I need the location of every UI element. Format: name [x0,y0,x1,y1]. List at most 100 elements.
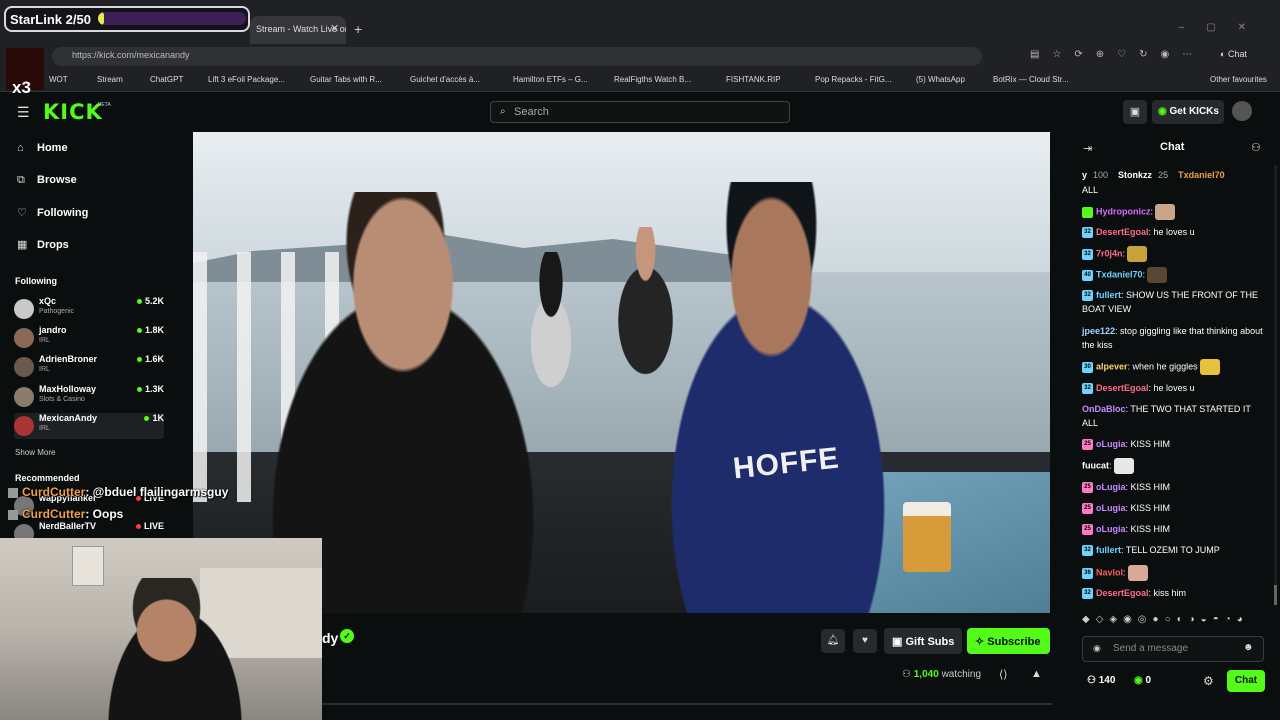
get-kicks-label: Get KICKs [1169,106,1219,117]
share-icon[interactable]: ⟨⟩ [999,668,1008,681]
chat-message: 25 oLugia: KISS HIM [1082,522,1268,536]
library-icon[interactable]: ▣ [1123,100,1147,124]
sidebar-item-home[interactable]: ⌂ Home [17,142,68,154]
bookmark-item[interactable]: Other favourites [1210,75,1267,84]
chat-username[interactable]: fullert [1096,290,1121,300]
show-more-link[interactable]: Show More [15,448,55,457]
gift-subs-button[interactable]: ▣ Gift Subs [884,628,962,654]
gear-icon[interactable]: ⚙ [1203,674,1214,688]
notification-bell-button[interactable]: 🔔︎ [821,629,845,653]
live-badge-label: LIVE [143,521,164,531]
overlay-chat-message: CurdCutter: @bduel flailingarmsguy [8,485,228,499]
new-tab-icon[interactable]: + [354,21,362,37]
viewer-count: 1.6K [136,354,164,364]
url-text[interactable]: https://kick.com/mexicanandy [72,50,190,60]
emote-icon [1199,359,1220,375]
chat-username[interactable]: Hydroponicz [1096,206,1151,216]
chat-message-text: he loves u [1151,383,1195,393]
video-cup [903,502,951,572]
get-kicks-button[interactable]: ◉ Get KICKs [1152,100,1224,124]
emote-icon [1147,267,1168,283]
bookmark-item[interactable]: Guitar Tabs with R... [310,75,382,84]
bookmark-item[interactable]: Lift 3 eFoil Package... [208,75,285,84]
chat-username[interactable]: oLugia [1096,482,1126,492]
chat-username[interactable]: Navlol [1096,567,1123,577]
live-dot-icon [136,387,142,392]
bookmark-item[interactable]: Hamilton ETFs – G... [513,75,588,84]
chat-username[interactable]: DesertEgoal [1096,227,1149,237]
sidebar-item-drops[interactable]: ▦ Drops [17,238,69,251]
coins-balance[interactable]: ◉ 0 [1134,675,1151,686]
chat-message: OnDaBloc: THE TWO THAT STARTED IT ALL [1082,404,1251,428]
chat-message: 30 alpever: when he giggles [1082,359,1268,375]
menu-icon[interactable]: ☰ [17,104,30,121]
followed-channel[interactable]: AdrienBroner IRL 1.6K [14,354,164,380]
chat-scrollbar[interactable] [1274,165,1277,605]
browser-toolbar-icons[interactable]: ▤☆⟳⊕♡↻◉⋯ [1030,49,1205,60]
chat-users-icon[interactable]: ⚇ [1251,141,1261,154]
chat-username[interactable]: 7r0j4n [1096,248,1123,258]
copilot-button[interactable]: ◐ Chat [1220,49,1247,59]
bookmark-item[interactable]: Stream [97,75,123,84]
send-chat-button[interactable]: Chat [1227,670,1265,692]
bookmark-item[interactable]: Pop Repacks - FitG... [815,75,891,84]
bookmark-item[interactable]: RealFigths Watch B... [614,75,691,84]
chat-message: 32 fullert: TELL OZEMI TO JUMP [1082,543,1268,557]
chat-username[interactable]: fullert [1096,545,1121,555]
channel-category: IRL [39,425,50,432]
avatar[interactable] [1232,101,1252,121]
chat-message: ALL [1082,183,1268,197]
collapse-chat-icon[interactable]: ⇥ [1083,142,1092,155]
chat-username[interactable]: Txdaniel70 [1096,269,1143,279]
viewer-count-number: 1K [152,413,164,423]
followed-channel[interactable]: MaxHolloway Slots & Casino 1.3K [14,384,164,410]
streamer-name[interactable]: dy [322,630,338,646]
bookmark-item[interactable]: FISHTANK.RIP [726,75,781,84]
bookmark-item[interactable]: (5) WhatsApp [916,75,965,84]
subscriber-badge-icon: 32 [1082,248,1093,260]
follow-heart-button[interactable]: ♥ [853,629,877,653]
chat-username[interactable]: oLugia [1096,524,1126,534]
subscriber-badge-icon: 25 [1082,524,1093,536]
gift-subs-label: Gift Subs [905,636,955,648]
kicks-count: 140 [1098,675,1116,686]
subscribe-button[interactable]: ✧ Subscribe [967,628,1050,654]
bookmark-item[interactable]: Guichet d'accès à... [410,75,480,84]
chat-username[interactable]: DesertEgoal [1096,588,1149,598]
chat-username[interactable]: oLugia [1096,439,1126,449]
kicks-balance[interactable]: ⚇ 140 [1087,675,1115,686]
followed-channel[interactable]: jandro IRL 1.8K [14,325,164,351]
chat-username[interactable]: alpever [1096,361,1128,371]
viewer-count-number: 1.8K [144,325,164,335]
followed-channel[interactable]: MexicanAndy IRL 1K [14,413,164,439]
report-icon[interactable]: ▲ [1031,668,1042,680]
window-controls[interactable]: –▢✕ [1179,22,1268,33]
sidebar-item-browse[interactable]: ⧉ Browse [17,174,77,187]
chat-username[interactable]: jpee122 [1082,326,1115,336]
followed-channel[interactable]: xQc Pathogenic 5.2K [14,296,164,322]
chat-message: 36 Navlol: [1082,565,1268,581]
chat-username[interactable]: OnDaBloc [1082,404,1126,414]
avatar [14,328,34,348]
url-field[interactable] [52,47,982,66]
sidebar-item-label: Browse [37,174,77,186]
chat-scrollbar-thumb[interactable] [1274,585,1277,605]
webcam-person [90,578,260,720]
sidebar-item-following[interactable]: ♡ Following [17,206,88,219]
live-badge: LIVE [135,521,164,531]
bookmark-item[interactable]: WOT [49,75,68,84]
emoji-icon[interactable]: ☻ [1243,642,1254,653]
emote-bar[interactable]: ◆◇◈◉◎●○◐◑◒◓◔◕ [1082,614,1272,630]
chat-username[interactable]: fuucat [1082,460,1109,470]
bookmark-item[interactable]: ChatGPT [150,75,183,84]
kick-logo[interactable]: KICK [43,100,103,124]
close-tab-icon[interactable]: ✕ [330,22,339,35]
bookmark-item[interactable]: BotRix — Cloud Str... [993,75,1069,84]
channel-category: IRL [39,337,50,344]
chat-username[interactable]: DesertEgoal [1096,383,1149,393]
chat-username[interactable]: oLugia [1096,503,1126,513]
chat-message-text: ALL [1082,185,1099,195]
chat-message: jpee122: stop giggling like that thinkin… [1082,326,1263,350]
kicks-icon: ◉ [1158,106,1167,117]
subscriber-badge-icon: 32 [1082,227,1093,239]
